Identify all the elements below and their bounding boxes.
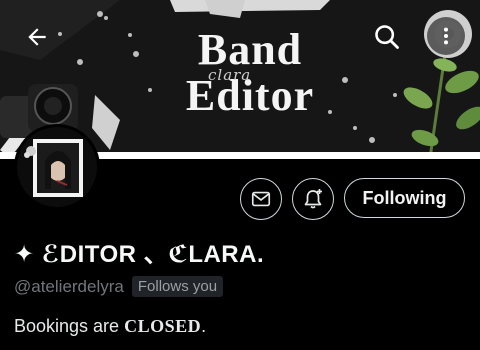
avatar-image — [17, 127, 97, 207]
user-handle: @atelierdelyra — [14, 276, 124, 296]
follows-you-badge: Follows you — [131, 276, 224, 297]
bell-plus-icon — [304, 189, 322, 209]
following-button[interactable]: Following — [344, 178, 465, 218]
display-name-text: ℰDITOR 、ℭLARA. — [34, 241, 265, 268]
search-icon — [375, 25, 399, 49]
arrow-left-icon — [28, 28, 46, 46]
handle-row: @atelierdelyra Follows you — [14, 276, 224, 297]
display-name-symbol: ✦ — [14, 240, 35, 268]
bio-emphasis: CLOSED — [124, 316, 202, 336]
message-button[interactable] — [240, 178, 282, 220]
display-name: ✦ ℰDITOR 、ℭLARA. — [14, 234, 264, 269]
avatar[interactable] — [14, 124, 100, 210]
more-options-button[interactable] — [427, 17, 465, 55]
bio-prefix: Bookings are — [14, 316, 125, 336]
profile-bio: Bookings are CLOSED. — [14, 316, 206, 337]
back-button[interactable] — [20, 20, 54, 54]
bio-suffix: . — [201, 316, 207, 336]
more-vertical-icon — [443, 27, 449, 45]
banner-script-text: clara — [208, 66, 252, 84]
search-button[interactable] — [370, 20, 404, 54]
mail-icon — [251, 191, 271, 207]
notifications-button[interactable] — [292, 178, 334, 220]
